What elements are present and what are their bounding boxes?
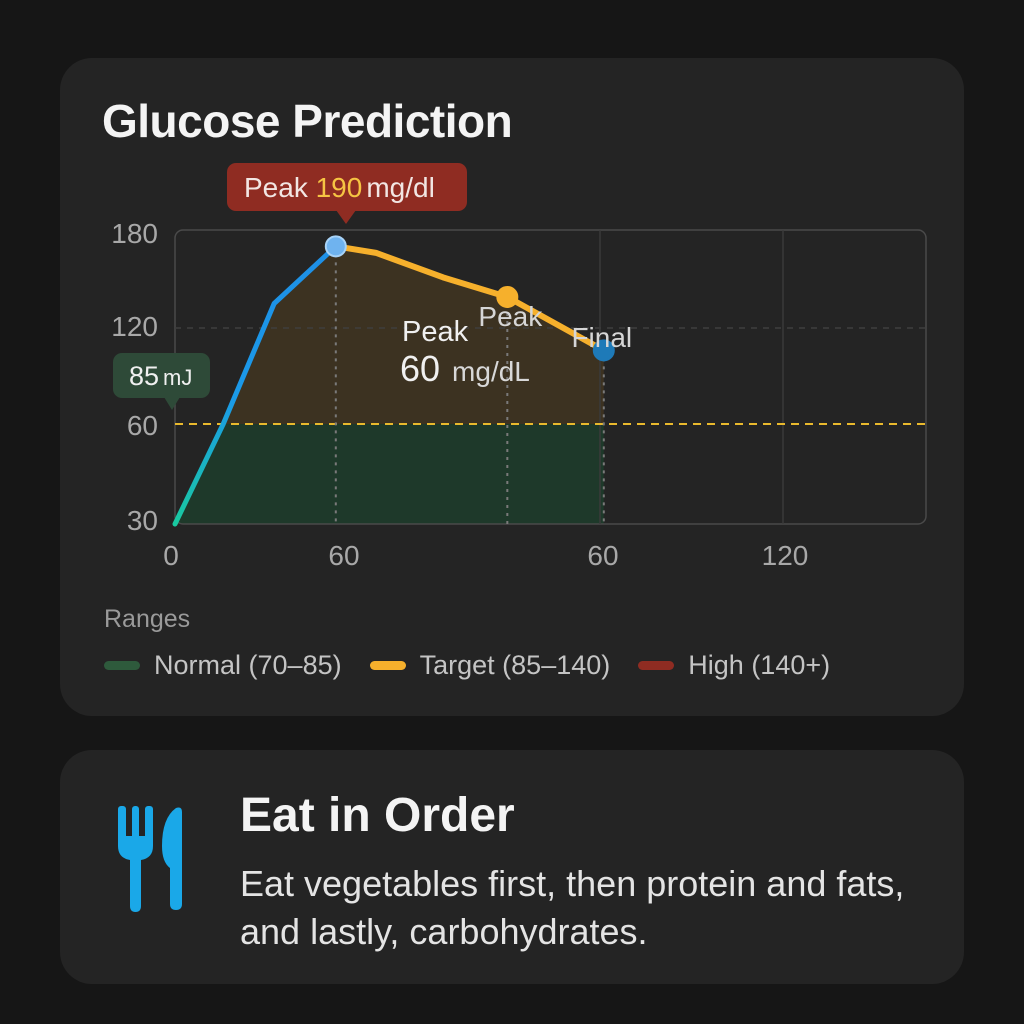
left-callout-unit: mJ	[163, 365, 192, 390]
eat-in-order-card: Eat in Order Eat vegetables first, then …	[60, 750, 964, 984]
marker-label-final: Final	[571, 322, 632, 353]
inner-peak-label: Peak	[402, 316, 469, 348]
legend-swatch-normal	[104, 661, 140, 670]
tip-title: Eat in Order	[240, 789, 515, 842]
legend-range-high: (140+)	[751, 650, 831, 680]
legend-range-target: (85–140)	[502, 650, 611, 680]
peak-point	[324, 235, 347, 258]
inner-peak-value: 60	[400, 348, 440, 389]
legend-swatch-target	[369, 661, 406, 670]
x-tick-label: 0	[163, 540, 179, 571]
legend-item-normal: Normal (70–85)	[104, 650, 342, 681]
peak-callout-value: 190	[316, 172, 363, 203]
y-tick-label: 120	[111, 311, 158, 342]
y-tick-label: 60	[127, 410, 158, 441]
legend-swatch-high	[638, 661, 675, 670]
y-tick-label: 30	[127, 505, 158, 536]
normal-range-area	[175, 424, 604, 524]
legend-name-normal: Normal	[154, 650, 242, 680]
x-tick-label: 60	[328, 540, 359, 571]
left-callout: 85 mJ	[113, 353, 210, 410]
left-callout-value: 85	[129, 361, 159, 391]
legend-item-high: High (140+)	[638, 650, 830, 681]
legend-name-target: Target	[419, 650, 495, 680]
inner-peak-unit: mg/dL	[452, 356, 530, 387]
marker-label-peak: Peak	[478, 301, 543, 332]
legend-item-target: Target (85–140)	[369, 650, 611, 681]
y-tick-label: 180	[111, 218, 158, 249]
legend-name-high: High	[688, 650, 744, 680]
x-tick-label: 60	[587, 540, 618, 571]
peak-callout: Peak 190 mg/dl	[227, 163, 467, 224]
left-callout-pointer	[164, 397, 180, 410]
x-tick-label: 120	[762, 540, 809, 571]
left-callout-bubble	[113, 353, 210, 398]
fork-knife-icon	[116, 806, 196, 921]
glucose-chart: 18012060300 60 60 120 PeakFinal Peak 190 mg/…	[111, 163, 927, 571]
ranges-heading: Ranges	[104, 605, 191, 633]
peak-callout-pointer	[336, 210, 356, 224]
peak-callout-prefix: Peak	[244, 172, 316, 203]
peak-callout-text: Peak 190 mg/dl	[244, 172, 435, 203]
glucose-prediction-card: Glucose Prediction 180 120 60 30 0 60 60 120 Pe…	[60, 58, 964, 716]
peak-callout-unit: mg/dl	[366, 172, 434, 203]
legend-range-normal: (70–85)	[248, 650, 342, 680]
ranges-legend: Normal (70–85) Target (85–140) High (140…	[104, 650, 830, 681]
tip-body: Eat vegetables first, then protein and f…	[240, 863, 905, 952]
